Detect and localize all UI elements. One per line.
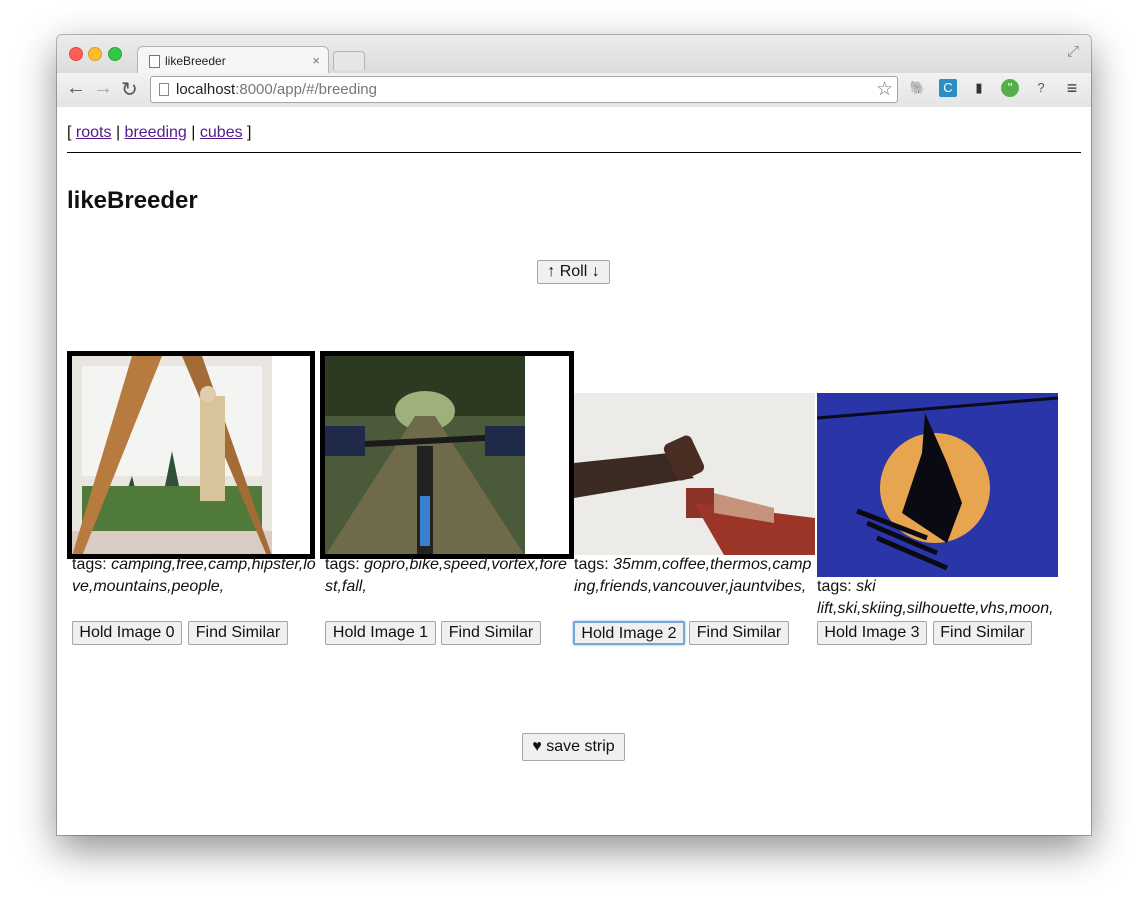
tags-1: tags: gopro,bike,speed,vortex,forest,fal… bbox=[325, 554, 570, 598]
coffee-photo bbox=[574, 393, 815, 555]
heart-icon: ♥ bbox=[532, 738, 542, 755]
tent-photo bbox=[72, 356, 272, 554]
forward-icon[interactable]: → bbox=[93, 77, 113, 100]
save-strip-button[interactable]: ♥ save strip bbox=[522, 733, 625, 761]
find-similar-button[interactable]: Find Similar bbox=[933, 621, 1032, 645]
tags-text: ski lift,ski,skiing,silhouette,vhs,moon, bbox=[817, 578, 1054, 617]
menu-icon[interactable]: ≡ bbox=[1063, 79, 1081, 97]
tags-2: tags: 35mm,coffee,thermos,camping,friend… bbox=[574, 554, 814, 598]
tab-close-icon[interactable]: × bbox=[312, 53, 320, 68]
bike-photo bbox=[325, 356, 525, 554]
tags-3: tags: ski lift,ski,skiing,silhouette,vhs… bbox=[817, 576, 1062, 620]
evernote-icon[interactable]: 🐘 bbox=[909, 79, 927, 97]
minimize-window-button[interactable] bbox=[88, 47, 102, 61]
browser-tab[interactable]: likeBreeder × bbox=[137, 46, 329, 75]
reload-icon[interactable]: ↻ bbox=[121, 77, 138, 102]
browser-toolbar: ← → ↻ localhost:8000/app/#/breeding ☆ 🐘 … bbox=[57, 73, 1091, 108]
url-path: :8000/app/#/breeding bbox=[235, 81, 377, 98]
ski-lift-photo bbox=[817, 393, 1058, 577]
image-frame-0[interactable] bbox=[67, 351, 315, 559]
url-host: localhost bbox=[176, 81, 236, 98]
page-content: [ roots | breeding | cubes ] likeBreeder… bbox=[57, 107, 1091, 835]
hold-image-button[interactable]: Hold Image 1 bbox=[325, 621, 436, 645]
tags-label: tags: bbox=[574, 556, 609, 573]
bracket-close: ] bbox=[247, 124, 252, 141]
extension-c-icon[interactable]: C bbox=[939, 79, 957, 97]
tags-label: tags: bbox=[72, 556, 107, 573]
browser-window: likeBreeder × ⤢ ← → ↻ localhost:8000/app… bbox=[57, 35, 1091, 835]
tab-title: likeBreeder bbox=[165, 54, 226, 68]
back-icon[interactable]: ← bbox=[66, 77, 86, 100]
phone-extension-icon[interactable]: ▮ bbox=[970, 79, 988, 97]
fullscreen-icon[interactable]: ⤢ bbox=[1067, 43, 1079, 60]
hold-image-button[interactable]: Hold Image 3 bbox=[817, 621, 927, 645]
tags-label: tags: bbox=[325, 556, 360, 573]
find-similar-button[interactable]: Find Similar bbox=[188, 621, 288, 645]
breadcrumb: [ roots | breeding | cubes ] bbox=[67, 124, 252, 142]
title-bar: likeBreeder × ⤢ bbox=[57, 35, 1091, 75]
image-frame-3[interactable] bbox=[817, 393, 1058, 577]
new-tab-button[interactable] bbox=[333, 51, 365, 70]
tags-0: tags: camping,free,camp,hipster,love,mou… bbox=[72, 554, 317, 598]
image-frame-1[interactable] bbox=[320, 351, 574, 559]
page-icon bbox=[149, 55, 160, 68]
hold-image-button[interactable]: Hold Image 2 bbox=[573, 621, 685, 645]
close-window-button[interactable] bbox=[69, 47, 83, 61]
nav-separator: | bbox=[191, 124, 196, 141]
page-icon bbox=[159, 83, 169, 96]
nav-separator: | bbox=[115, 124, 121, 141]
url-text: localhost:8000/app/#/breeding bbox=[176, 81, 377, 98]
nav-link-breeding[interactable]: breeding bbox=[125, 124, 187, 141]
bracket-open: [ bbox=[67, 124, 72, 141]
help-extension-icon[interactable]: ? bbox=[1032, 79, 1050, 97]
save-strip-label: save strip bbox=[546, 738, 615, 755]
divider bbox=[67, 152, 1081, 153]
address-bar[interactable]: localhost:8000/app/#/breeding ☆ bbox=[150, 76, 898, 103]
tags-text: camping,free,camp,hipster,love,mountains… bbox=[72, 556, 316, 595]
find-similar-button[interactable]: Find Similar bbox=[689, 621, 789, 645]
hangouts-icon[interactable]: " bbox=[1001, 79, 1019, 97]
tags-text: gopro,bike,speed,vortex,forest,fall, bbox=[325, 556, 567, 595]
nav-link-cubes[interactable]: cubes bbox=[200, 124, 243, 141]
tags-text: 35mm,coffee,thermos,camping,friends,vanc… bbox=[574, 556, 812, 595]
roll-button[interactable]: ↑ Roll ↓ bbox=[537, 260, 610, 284]
image-frame-2[interactable] bbox=[574, 393, 815, 555]
zoom-window-button[interactable] bbox=[108, 47, 122, 61]
find-similar-button[interactable]: Find Similar bbox=[441, 621, 541, 645]
nav-link-roots[interactable]: roots bbox=[76, 124, 112, 141]
page-title: likeBreeder bbox=[67, 187, 198, 214]
hold-image-button[interactable]: Hold Image 0 bbox=[72, 621, 182, 645]
bookmark-star-icon[interactable]: ☆ bbox=[876, 78, 893, 101]
tags-label: tags: bbox=[817, 578, 852, 595]
